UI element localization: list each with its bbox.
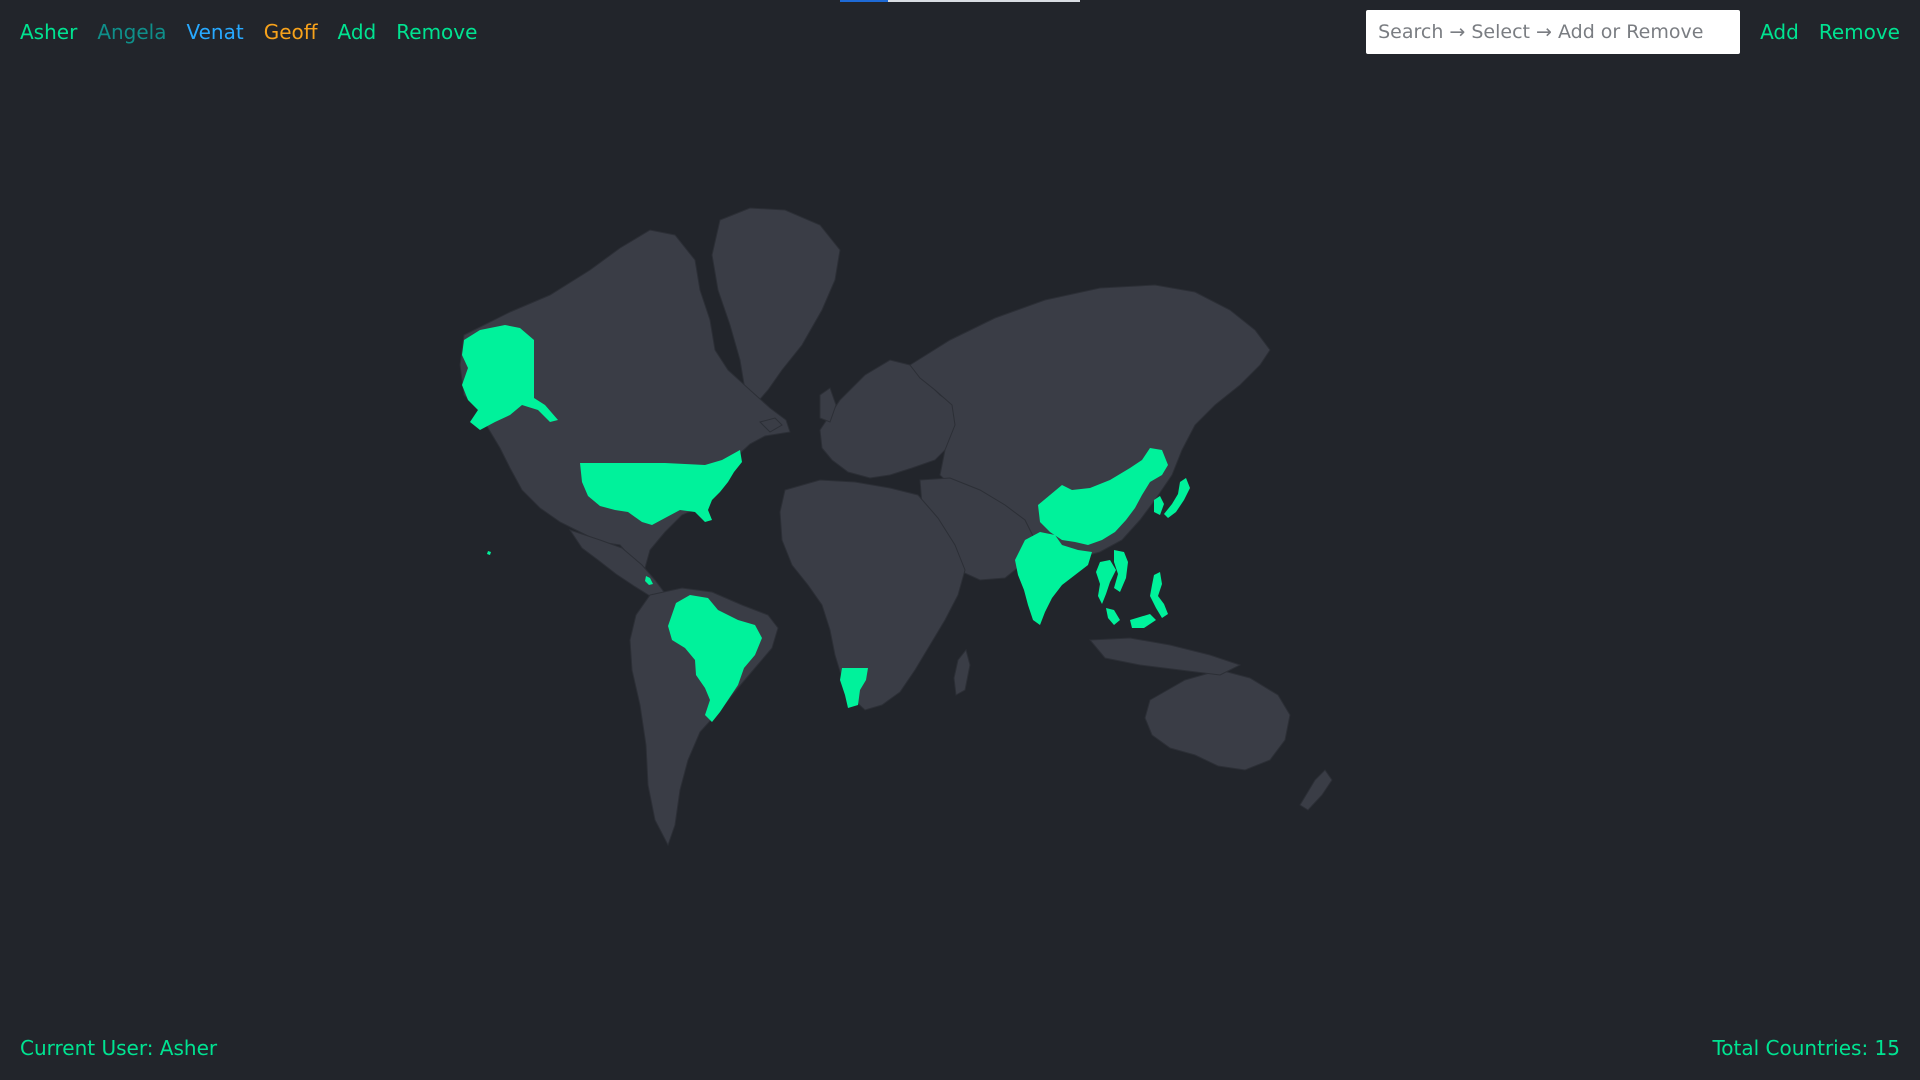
user-tab-asher[interactable]: Asher <box>20 20 77 44</box>
thailand-shape[interactable] <box>1096 560 1116 604</box>
world-map[interactable] <box>450 200 1470 860</box>
hawaii-shape[interactable] <box>487 551 491 555</box>
user-tab-angela[interactable]: Angela <box>97 20 166 44</box>
remove-country-button[interactable]: Remove <box>1819 20 1900 44</box>
top-progress-active <box>840 0 888 2</box>
remove-user-button[interactable]: Remove <box>396 20 477 44</box>
japan-shape[interactable] <box>1164 478 1190 518</box>
user-tab-venat[interactable]: Venat <box>186 20 243 44</box>
user-nav: Asher Angela Venat Geoff Add Remove <box>20 20 477 44</box>
australia-shape[interactable] <box>1144 669 1291 771</box>
current-user-status: Current User: Asher <box>20 1036 218 1060</box>
add-country-button[interactable]: Add <box>1760 20 1799 44</box>
world-map-svg <box>459 207 1333 847</box>
user-tab-geoff[interactable]: Geoff <box>264 20 318 44</box>
top-progress-indicator <box>840 0 1080 2</box>
country-search-input[interactable] <box>1366 10 1741 54</box>
madagascar-shape[interactable] <box>953 648 971 696</box>
vietnam-shape[interactable] <box>1114 550 1128 592</box>
new-zealand-shape[interactable] <box>1299 769 1333 811</box>
indonesia-shape[interactable] <box>1088 637 1242 676</box>
country-search-bar: Add Remove <box>1366 10 1900 54</box>
app-root: Asher Angela Venat Geoff Add Remove Add … <box>0 0 1920 1080</box>
malaysia-shape[interactable] <box>1106 608 1156 628</box>
add-user-button[interactable]: Add <box>338 20 377 44</box>
total-countries-count: Total Countries: 15 <box>1712 1036 1900 1060</box>
philippines-shape[interactable] <box>1150 572 1168 618</box>
